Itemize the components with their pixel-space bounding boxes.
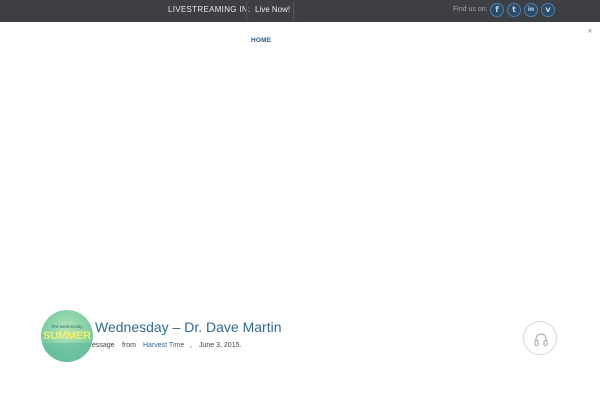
- nav-home-link[interactable]: HOME: [251, 37, 271, 44]
- sermon-title-link[interactable]: Wednesday – Dr. Dave Martin: [95, 319, 282, 335]
- top-bar: LIVESTREAMING IN: Live Now! Find us on: …: [0, 0, 600, 22]
- headphones-icon: [534, 333, 548, 347]
- thumbnail-title: SUMMER: [43, 330, 91, 342]
- series-link[interactable]: Harvest Time: [143, 342, 184, 349]
- meta-separator: ,: [190, 342, 192, 349]
- find-us-label: Find us on:: [453, 6, 488, 13]
- twitter-icon[interactable]: t: [507, 3, 521, 17]
- facebook-icon[interactable]: f: [490, 3, 504, 17]
- divider: [293, 2, 294, 20]
- thumbnail-subtext: first wednesday: [51, 324, 83, 329]
- close-icon[interactable]: ×: [587, 27, 593, 35]
- audio-button[interactable]: [523, 321, 557, 355]
- divider: [246, 2, 247, 20]
- sermon-thumbnail[interactable]: first wednesday SUMMER: [41, 310, 93, 362]
- vimeo-icon[interactable]: v: [541, 3, 555, 17]
- sermon-type: essage: [92, 342, 115, 349]
- live-now-link[interactable]: Live Now!: [255, 5, 290, 14]
- from-label: from: [122, 342, 136, 349]
- livestream-label: LIVESTREAMING IN:: [168, 5, 251, 14]
- thumbnail-band: [41, 343, 93, 362]
- linkedin-icon[interactable]: in: [524, 3, 538, 17]
- sermon-date: June 3, 2015.: [199, 342, 242, 349]
